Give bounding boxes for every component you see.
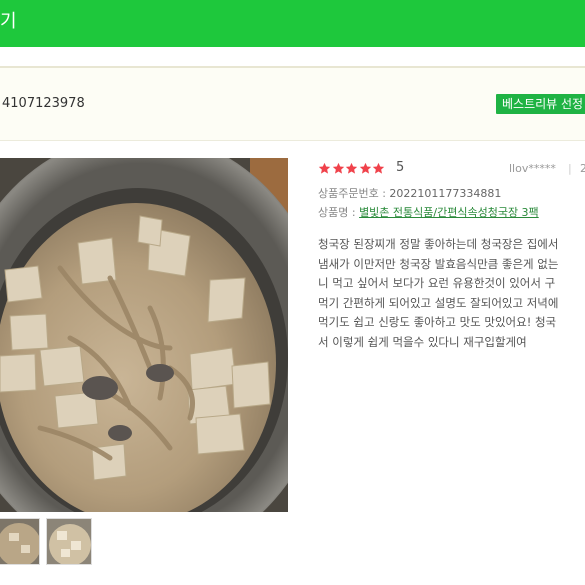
meta-separator: |: [568, 162, 572, 175]
product-order-number-row: 상품주문번호 : 2022101177334881: [318, 185, 501, 201]
stew-pot-image: [0, 158, 288, 512]
review-text-line: 서 이렇게 쉽게 먹을수 있다니 재구입할게여: [318, 334, 527, 349]
product-name-link[interactable]: 별빛촌 전통식품/간편식속성청국장 3팩: [359, 206, 539, 219]
review-photo[interactable]: [0, 158, 288, 512]
thumbnail-image-2: [47, 519, 91, 564]
thumbnail-image-1: [0, 519, 39, 564]
review-text-line: 청국장 된장찌개 정말 좋아하는데 청국장은 집에서: [318, 237, 559, 251]
order-info-band: 4107123978 베스트리뷰 선정: [0, 66, 585, 141]
review-date: 2: [580, 162, 585, 175]
review-text-line: 니 먹고 싶어서 보다가 요런 유용한것이 있어서 구: [318, 276, 556, 291]
review-text-line: 냄새가 이만저만 청국장 발효음식만큼 좋은게 없는: [318, 256, 559, 271]
product-name-row: 상품명 : 별빛촌 전통식품/간편식속성청국장 3팩: [318, 204, 539, 220]
review-text-line: 먹기 간편하게 되어있고 설명도 잘되어있고 저녁에: [318, 295, 559, 310]
review-thumbnail-1[interactable]: [0, 518, 40, 565]
product-order-number-label: 상품주문번호 :: [318, 187, 390, 200]
top-header-bar: 기: [0, 0, 585, 47]
order-number: 4107123978: [2, 96, 85, 111]
star-icon: [318, 162, 331, 174]
star-icon: [332, 162, 344, 174]
star-icon: [372, 162, 385, 174]
product-name-label: 상품명 :: [318, 206, 360, 219]
rating-value: 5: [396, 160, 405, 175]
review-thumbnail-2[interactable]: [46, 518, 92, 565]
review-text-line: 먹기도 쉽고 신랑도 좋아하고 맛도 맛있어요! 청국: [318, 315, 557, 330]
product-order-number-value: 2022101177334881: [389, 187, 502, 200]
review-text: 청국장 된장찌개 정말 좋아하는데 청국장은 집에서 냄새가 이만저만 청국장 …: [318, 235, 585, 353]
star-rating: [318, 160, 386, 176]
page-title: 기: [0, 11, 17, 32]
reviewer-id: llov*****: [509, 162, 556, 175]
star-icon: [359, 162, 371, 174]
best-review-badge: 베스트리뷰 선정: [496, 94, 585, 114]
star-icon: [345, 162, 358, 174]
